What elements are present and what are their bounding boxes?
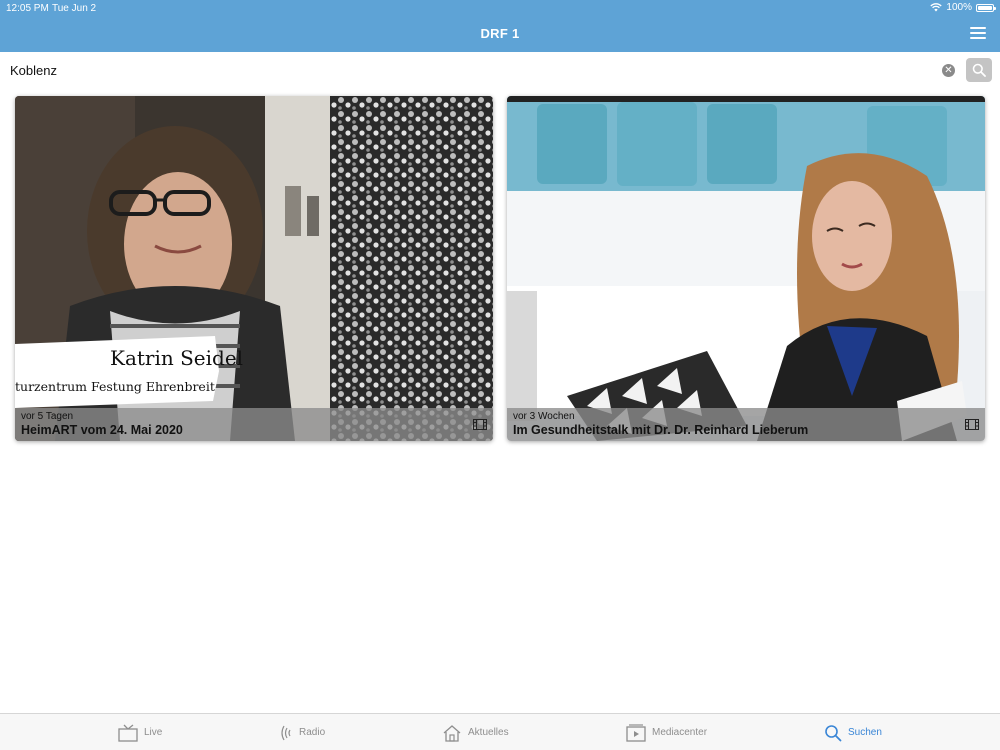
tab-label: Aktuelles <box>468 727 509 738</box>
search-bar: ✕ <box>0 52 1000 88</box>
clear-search-icon[interactable]: ✕ <box>942 64 955 77</box>
card-info: vor 3 Wochen Im Gesundheitstalk mit Dr. … <box>507 408 985 441</box>
home-icon <box>443 724 461 742</box>
battery-percent: 100% <box>946 2 972 13</box>
tab-bar: Live Radio Aktuelles Mediacenter Suchen <box>0 713 1000 750</box>
status-time: 12:05 PM <box>6 3 49 14</box>
film-icon <box>473 419 487 430</box>
card-title: HeimART vom 24. Mai 2020 <box>21 423 183 437</box>
card-date: vor 3 Wochen <box>513 411 575 422</box>
tab-live[interactable]: Live <box>118 714 162 750</box>
caption-sub: turzentrum Festung Ehrenbreitstein <box>15 379 215 394</box>
result-card[interactable]: Katrin Seidel turzentrum Festung Ehrenbr… <box>15 96 493 441</box>
caption-name: Katrin Seidel <box>110 346 244 370</box>
page-title: DRF 1 <box>480 26 520 41</box>
tab-label: Live <box>144 727 163 738</box>
card-title: Im Gesundheitstalk mit Dr. Dr. Reinhard … <box>513 423 809 437</box>
play-box-icon <box>626 723 646 742</box>
result-card[interactable]: vor 3 Wochen Im Gesundheitstalk mit Dr. … <box>507 96 985 441</box>
status-date: Tue Jun 2 <box>52 3 97 14</box>
card-info: vor 5 Tagen HeimART vom 24. Mai 2020 <box>15 408 493 441</box>
search-button[interactable] <box>966 58 992 82</box>
search-icon <box>972 63 986 77</box>
search-icon <box>825 724 842 741</box>
tab-label: Mediacenter <box>652 727 708 738</box>
tab-suchen[interactable]: Suchen <box>824 714 882 750</box>
app-screen: 12:05 PM Tue Jun 2 100% DRF 1 ✕ <box>0 0 1000 750</box>
wifi-icon <box>930 3 943 12</box>
menu-button[interactable] <box>970 27 986 41</box>
video-thumbnail <box>507 96 985 441</box>
tab-radio[interactable]: Radio <box>279 714 325 750</box>
tab-aktuelles[interactable]: Aktuelles <box>442 714 509 750</box>
status-indicators: 100% <box>930 2 996 13</box>
header-bar: 12:05 PM Tue Jun 2 100% DRF 1 <box>0 0 1000 52</box>
hamburger-icon <box>970 27 986 29</box>
tab-label: Suchen <box>848 727 882 738</box>
tv-icon <box>118 723 138 742</box>
card-date: vor 5 Tagen <box>21 411 74 422</box>
radio-waves-icon <box>281 725 291 740</box>
status-bar: 12:05 PM Tue Jun 2 100% <box>0 0 1000 16</box>
search-input[interactable] <box>10 60 910 80</box>
tab-label: Radio <box>299 727 326 738</box>
battery-icon <box>976 3 996 12</box>
tab-mediacenter[interactable]: Mediacenter <box>626 714 707 750</box>
film-icon <box>965 419 979 430</box>
